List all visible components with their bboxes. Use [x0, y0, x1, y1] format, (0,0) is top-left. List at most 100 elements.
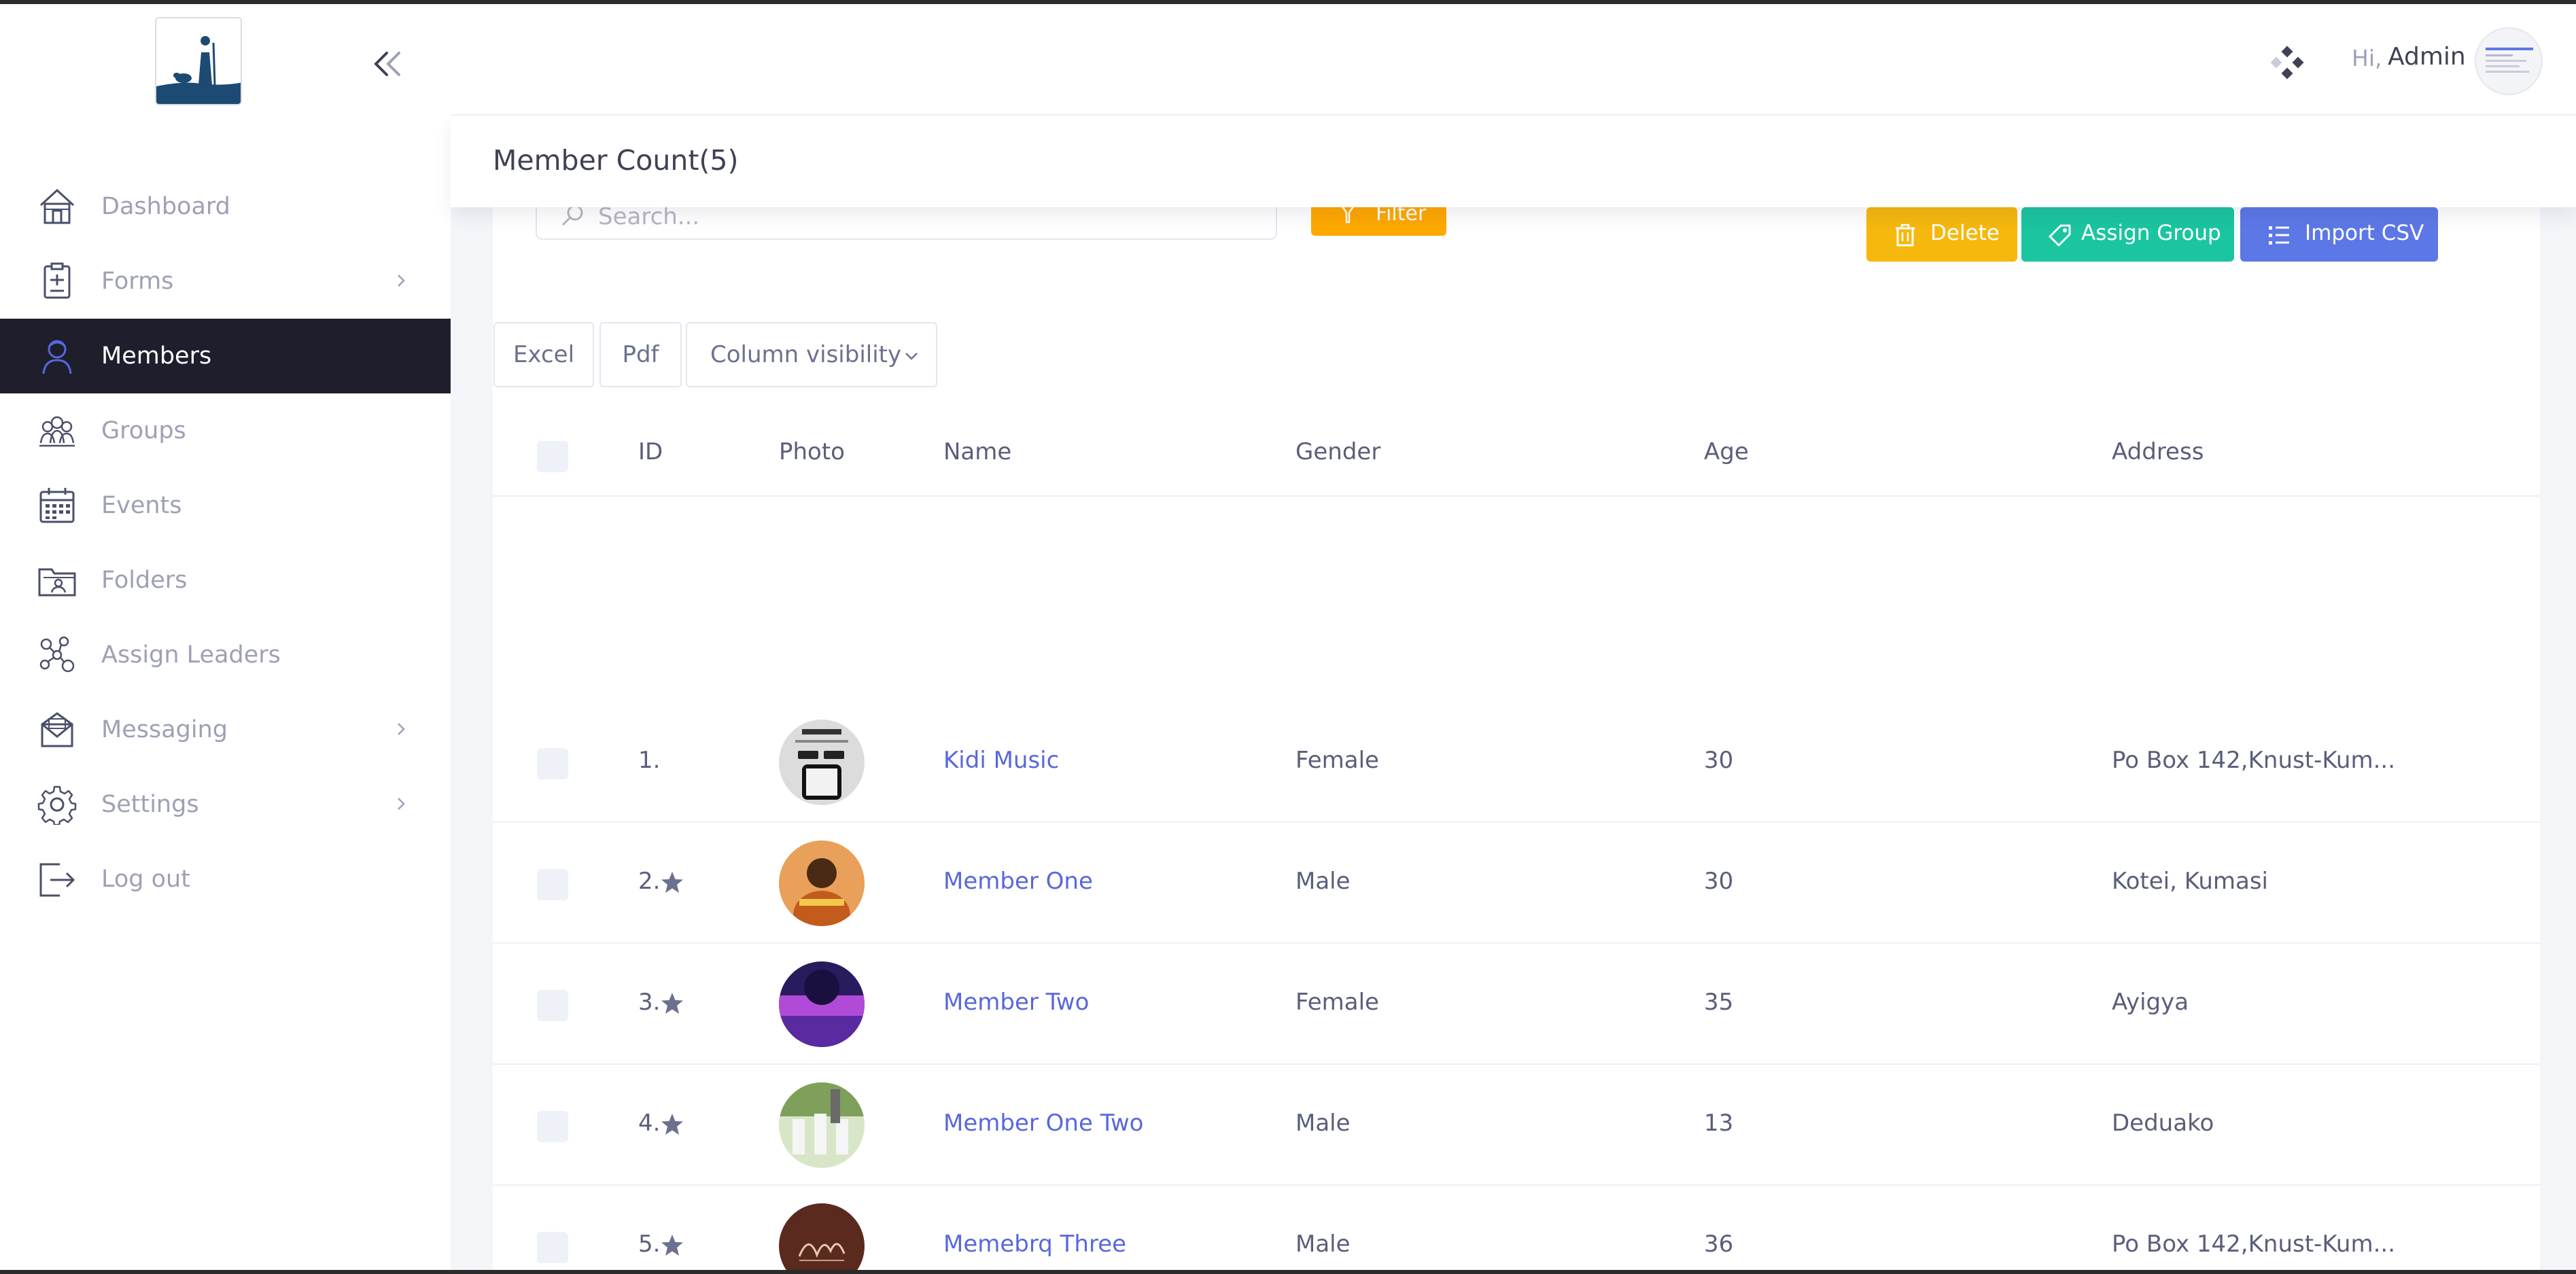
sidebar-item-assign-leaders[interactable]: Assign Leaders: [0, 618, 451, 692]
row-address: Po Box 142,Knust-Kum...: [2112, 1231, 2396, 1258]
table-row[interactable]: 1. Kidi Music Female 30 Po Box 142,Knust…: [493, 702, 2540, 823]
row-age: 35: [1704, 989, 1734, 1016]
member-name-link[interactable]: Member Two: [943, 989, 1089, 1016]
row-age: 30: [1704, 868, 1734, 895]
members-card: Search... Filter Delete Assign Group Imp…: [493, 203, 2540, 1274]
table-row[interactable]: 2. Member One Male 30 Kotei, Kumasi: [493, 823, 2540, 944]
sidebar-item-dashboard[interactable]: Dashboard: [0, 169, 451, 244]
sidebar-item-label: Groups: [101, 417, 186, 444]
export-pdf-button[interactable]: Pdf: [599, 322, 682, 387]
clipboard-icon: [43, 262, 71, 299]
row-id: 4.: [638, 1110, 661, 1137]
sidebar-item-groups[interactable]: Groups: [0, 393, 451, 468]
table-header: ID Photo Name Gender Age Address: [493, 411, 2540, 497]
table-row[interactable]: 5. Memebrq Three Male 36 Po Box 142,Knus…: [493, 1186, 2540, 1274]
sidebar-item-settings[interactable]: Settings: [0, 767, 451, 842]
filter-button[interactable]: Filter: [1311, 207, 1446, 236]
page-title: Member Count(5): [493, 144, 739, 177]
column-header-name[interactable]: Name: [943, 438, 1011, 465]
apps-diamond-icon[interactable]: [2267, 43, 2308, 84]
column-visibility-button[interactable]: Column visibility: [686, 322, 937, 387]
chevron-right-icon: [398, 723, 405, 735]
member-name-link[interactable]: Member One Two: [943, 1110, 1143, 1137]
chevron-right-icon: [398, 275, 405, 287]
member-photo[interactable]: [779, 1203, 865, 1274]
member-photo[interactable]: [779, 961, 865, 1047]
member-name-link[interactable]: Kidi Music: [943, 747, 1059, 774]
sidebar-item-messaging[interactable]: Messaging: [0, 692, 451, 767]
row-checkbox[interactable]: [537, 869, 568, 900]
row-id: 1.: [638, 747, 661, 774]
row-address: Deduako: [2112, 1110, 2214, 1137]
row-checkbox[interactable]: [537, 1232, 568, 1263]
row-checkbox[interactable]: [537, 990, 568, 1021]
network-icon: [39, 636, 75, 673]
column-header-age[interactable]: Age: [1704, 438, 1749, 465]
row-checkbox[interactable]: [537, 748, 568, 779]
column-visibility-label: Column visibility: [710, 341, 902, 368]
search-input[interactable]: Search...: [536, 203, 1277, 240]
home-icon: [39, 188, 75, 224]
row-checkbox[interactable]: [537, 1111, 568, 1142]
star-icon[interactable]: [660, 1233, 684, 1258]
table-row[interactable]: 4. Member One Two Male 13 Deduako: [493, 1065, 2540, 1186]
member-photo[interactable]: [779, 1082, 865, 1168]
row-address: Po Box 142,Knust-Kum...: [2112, 747, 2396, 774]
member-photo[interactable]: [779, 720, 865, 805]
double-chevron-left-icon: [374, 52, 400, 76]
column-header-photo[interactable]: Photo: [779, 438, 845, 465]
select-all-checkbox[interactable]: [537, 441, 568, 472]
member-name-link[interactable]: Memebrq Three: [943, 1231, 1126, 1258]
filter-icon: [1342, 207, 1354, 224]
logout-icon: [39, 863, 75, 897]
delete-button[interactable]: Delete: [1866, 207, 2017, 262]
sidebar-item-events[interactable]: Events: [0, 468, 451, 543]
sidebar-item-label: Log out: [101, 866, 190, 893]
column-header-gender[interactable]: Gender: [1295, 438, 1380, 465]
row-gender: Female: [1295, 747, 1379, 774]
tag-icon: [2049, 224, 2071, 247]
row-id: 2.: [638, 868, 661, 895]
user-name[interactable]: Admin: [2388, 43, 2466, 71]
sidebar-item-logout[interactable]: Log out: [0, 842, 451, 917]
search-icon: [561, 207, 583, 226]
row-id: 5.: [638, 1231, 661, 1258]
row-gender: Female: [1295, 989, 1379, 1016]
star-icon[interactable]: [660, 1112, 684, 1137]
sidebar-item-members[interactable]: Members: [0, 319, 451, 393]
greeting-text: Hi,: [2352, 45, 2382, 71]
app-logo[interactable]: [155, 17, 242, 105]
page-subheader: Member Count(5): [451, 116, 2576, 207]
group-icon: [39, 416, 75, 447]
row-address: Kotei, Kumasi: [2112, 868, 2268, 895]
sidebar-item-forms[interactable]: Forms: [0, 244, 451, 319]
avatar[interactable]: [2475, 27, 2543, 95]
collapse-sidebar-button[interactable]: [367, 45, 408, 83]
sidebar-item-folders[interactable]: Folders: [0, 543, 451, 618]
sidebar-item-label: Members: [101, 342, 212, 370]
assign-group-button[interactable]: Assign Group: [2021, 207, 2234, 262]
star-icon[interactable]: [660, 991, 684, 1016]
envelope-icon: [41, 712, 73, 747]
gear-icon: [37, 785, 77, 825]
row-age: 36: [1704, 1231, 1734, 1258]
calendar-icon: [39, 488, 75, 523]
column-header-id[interactable]: ID: [638, 438, 663, 465]
member-photo[interactable]: [779, 841, 865, 926]
search-placeholder: Search...: [598, 203, 700, 230]
folder-icon: [38, 568, 76, 597]
column-header-address[interactable]: Address: [2112, 438, 2204, 465]
row-gender: Male: [1295, 1231, 1351, 1258]
chevron-right-icon: [398, 798, 405, 810]
row-id: 3.: [638, 989, 661, 1016]
import-csv-button[interactable]: Import CSV: [2240, 207, 2438, 262]
export-excel-button[interactable]: Excel: [493, 322, 594, 387]
chevron-down-icon: [905, 353, 918, 360]
sidebar-nav: Dashboard Forms Members Groups Events Fo…: [0, 169, 451, 917]
star-icon[interactable]: [660, 870, 684, 895]
member-name-link[interactable]: Member One: [943, 868, 1093, 895]
row-age: 13: [1704, 1110, 1734, 1137]
sidebar-item-label: Folders: [101, 567, 188, 594]
table-row[interactable]: 3. Member Two Female 35 Ayigya: [493, 944, 2540, 1065]
row-address: Ayigya: [2112, 989, 2189, 1016]
